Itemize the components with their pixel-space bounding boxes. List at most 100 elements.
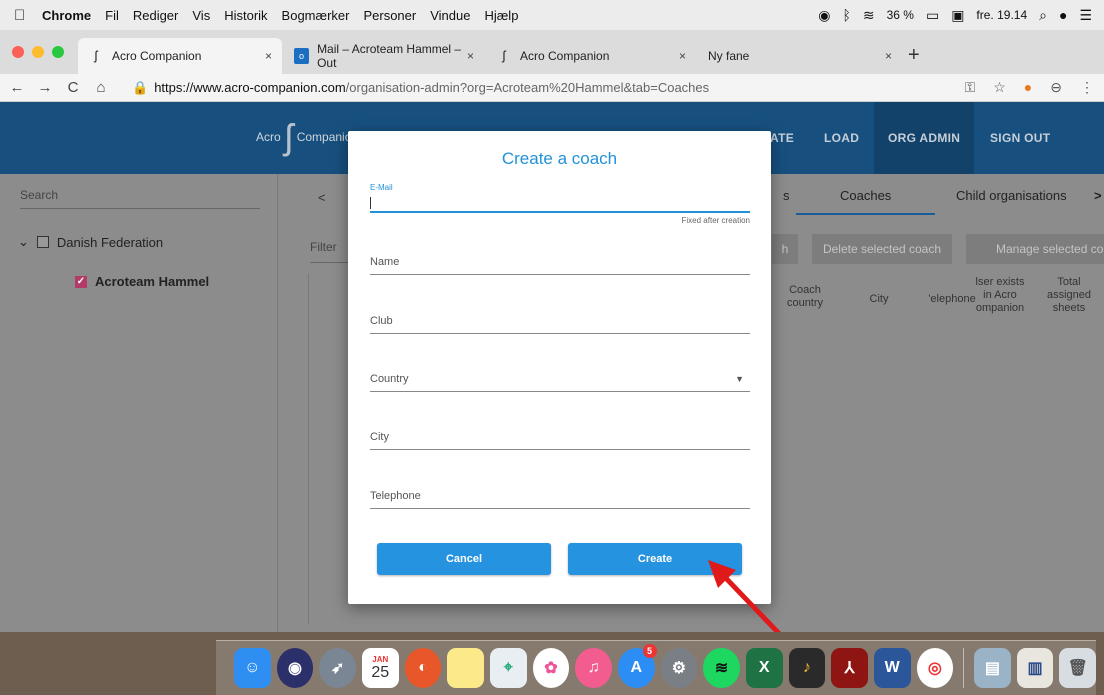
extension-icon[interactable]: ● [1024,79,1032,96]
nav-ate[interactable]: ATE [770,131,794,145]
col-telephone[interactable]: 'elephone [927,293,977,306]
tab-coaches[interactable]: Coaches [796,188,936,215]
menu-hjaelp[interactable]: Hjælp [484,8,518,23]
spotify-icon[interactable]: ≋ [703,648,740,688]
app-store-icon[interactable]: A5 [617,644,657,688]
menu-vindue[interactable]: Vindue [430,8,470,23]
zoom-window-icon[interactable] [52,46,64,58]
key-icon[interactable]: ⚿ [965,79,976,96]
xlsx-file-icon[interactable]: ▥ [1016,648,1054,688]
downloads-folder-icon[interactable]: ▤ [974,648,1011,688]
menu-historik[interactable]: Historik [224,8,267,23]
col-total-assigned-sheets[interactable]: Total assigned sheets [1044,276,1094,315]
clock[interactable]: fre. 19.14 [976,8,1027,22]
battery-icon[interactable]: ▭ [926,7,939,24]
profile-icon[interactable]: ⊖ [1050,79,1062,96]
wifi-icon[interactable]: ≋ [863,7,875,24]
minimize-window-icon[interactable] [32,46,44,58]
system-preferences-icon[interactable]: ⚙ [660,648,698,688]
new-tab-button[interactable]: + [908,44,920,67]
lock-icon: 🔒 [132,79,149,95]
siri-dock-icon[interactable]: ◉ [276,648,314,688]
home-icon[interactable]: ⌂ [90,79,112,96]
tabs-next-button[interactable]: > [1094,188,1102,203]
tab-mail[interactable]: o Mail – Acroteam Hammel – Out × [284,38,484,74]
club-label: Club [370,315,393,327]
maps-icon[interactable]: ⌖ [489,648,527,688]
close-window-icon[interactable] [12,46,24,58]
tab-partial[interactable]: s [783,188,790,203]
audacity-icon[interactable]: ♪ [788,648,826,688]
chevron-down-icon[interactable]: ⌄ [18,234,29,250]
checkbox-checked[interactable]: ✓ [75,275,87,288]
nav-sign-out[interactable]: SIGN OUT [990,131,1050,145]
city-field[interactable]: City [370,431,750,450]
create-button[interactable]: Create [568,543,742,575]
url-field[interactable]: 🔒 https://www.acro-companion.com/organisa… [132,80,709,96]
calendar-icon[interactable]: JAN 25 [361,648,399,688]
filter-input[interactable]: Filter [310,240,350,263]
cancel-button[interactable]: Cancel [377,543,551,575]
tab-close-icon[interactable]: × [467,49,474,63]
col-user-exists[interactable]: lser exists in Acro ompanion [972,276,1028,315]
delete-selected-coach-button[interactable]: Delete selected coach [812,234,952,264]
chrome-icon[interactable]: ◎ [916,648,954,688]
dropdown-arrow-icon[interactable]: ▼ [735,374,744,384]
acro-companion-logo[interactable]: Acro ʃ Companion [256,119,358,155]
tree-item-acroteam-hammel[interactable]: ✓ Acroteam Hammel [75,274,209,289]
tab-close-icon[interactable]: × [265,49,272,63]
tree-item-danish-federation[interactable]: ⌄ Danish Federation [18,234,163,250]
battery-percent[interactable]: 36 % [887,8,914,22]
notes-icon[interactable] [447,648,484,688]
menu-fil[interactable]: Fil [105,8,119,23]
calendar-menu-icon[interactable]: ▣ [951,7,964,24]
back-icon[interactable]: ← [6,79,28,96]
email-field[interactable]: E-Mail Fixed after creation [370,183,750,225]
creative-cloud-icon[interactable]: ◉ [818,7,830,24]
tab-close-icon[interactable]: × [885,49,892,63]
word-icon[interactable]: W [873,648,911,688]
chrome-menu-icon[interactable]: ⋮ [1080,79,1094,96]
tab-close-icon[interactable]: × [679,49,686,63]
nav-org-admin[interactable]: ORG ADMIN [874,102,975,174]
siri-icon[interactable]: ● [1059,7,1067,23]
telephone-field[interactable]: Telephone [370,490,750,509]
tab-new[interactable]: Ny fane × [698,38,902,74]
name-field[interactable]: Name [370,256,750,275]
sidebar-search-input[interactable]: Search [20,188,260,209]
tab-acro-companion-1[interactable]: ʃ Acro Companion × [78,38,282,74]
checkbox[interactable] [36,236,49,248]
acrobat-icon[interactable]: ⅄ [831,648,868,688]
tab-title: Ny fane [708,49,750,63]
spotlight-icon[interactable]: ⌕ [1039,7,1047,24]
manage-selected-coach-button[interactable]: Manage selected co [966,234,1104,264]
create-coach-button-partial[interactable]: h [772,234,798,264]
tabs-prev-button[interactable]: < [318,190,326,205]
col-city[interactable]: City [864,293,894,306]
menu-rediger[interactable]: Rediger [133,8,179,23]
notification-center-icon[interactable]: ☰ [1079,7,1092,24]
firefox-icon[interactable]: ◐ [404,648,442,688]
club-field[interactable]: Club [370,315,750,334]
forward-icon[interactable]: → [34,79,56,96]
country-select[interactable]: Country ▼ [370,373,750,392]
menu-vis[interactable]: Vis [192,8,210,23]
tab-child-organisations[interactable]: Child organisations [956,188,1067,203]
finder-icon[interactable]: ☺ [234,648,271,688]
bluetooth-icon[interactable]: ᛒ [842,7,850,23]
itunes-icon[interactable]: ♫ [575,648,612,688]
menu-bogmaerker[interactable]: Bogmærker [282,8,350,23]
col-coach-country[interactable]: Coach country [783,284,827,310]
table-divider [308,274,309,624]
menu-chrome[interactable]: Chrome [42,8,91,23]
bookmark-star-icon[interactable]: ☆ [993,79,1006,96]
apple-icon[interactable]:  [14,7,42,24]
trash-icon[interactable]: 🗑 [1059,648,1097,688]
reload-icon[interactable]: C [62,79,84,96]
menu-personer[interactable]: Personer [363,8,416,23]
tab-acro-companion-2[interactable]: ʃ Acro Companion × [486,38,696,74]
excel-icon[interactable]: X [745,648,783,688]
photos-icon[interactable]: ✿ [532,648,570,688]
launchpad-icon[interactable]: ➶ [319,648,356,688]
nav-load[interactable]: LOAD [824,131,859,145]
